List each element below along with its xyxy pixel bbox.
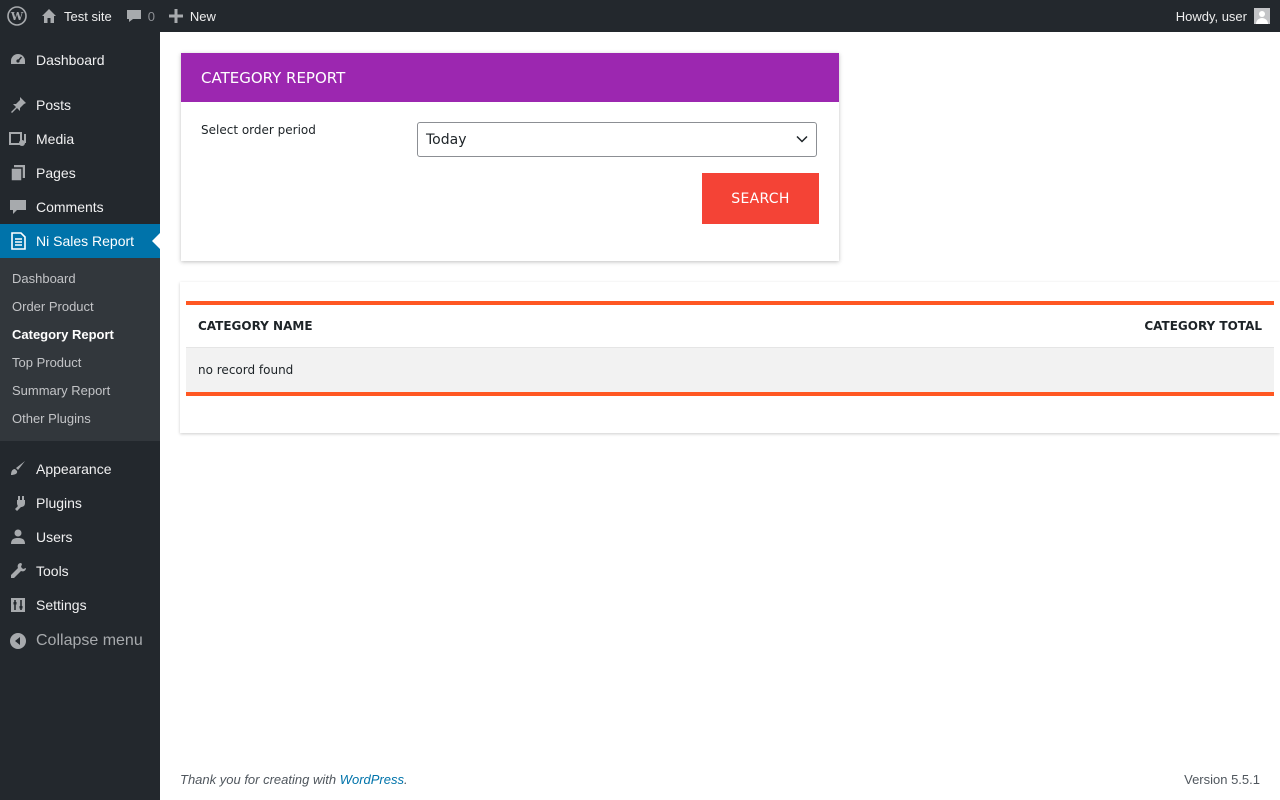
submenu-top-product[interactable]: Top Product xyxy=(0,349,160,377)
footer-version: Version 5.5.1 xyxy=(1184,772,1260,787)
menu-tools-label: Tools xyxy=(36,563,69,579)
menu-tools[interactable]: Tools xyxy=(0,554,160,588)
menu-dashboard-label: Dashboard xyxy=(36,52,105,68)
menu-ni-sales-report[interactable]: Ni Sales Report xyxy=(0,224,160,258)
search-button[interactable]: SEARCH xyxy=(702,173,819,224)
table-row: no record found xyxy=(186,348,1274,392)
menu-appearance-label: Appearance xyxy=(36,461,112,477)
menu-pages-label: Pages xyxy=(36,165,76,181)
settings-icon xyxy=(9,596,27,614)
comment-icon xyxy=(9,198,27,216)
menu-comments[interactable]: Comments xyxy=(0,190,160,224)
submenu-category-report[interactable]: Category Report xyxy=(0,321,160,349)
plugin-icon xyxy=(9,494,27,512)
menu-media-label: Media xyxy=(36,131,75,147)
wordpress-link[interactable]: WordPress xyxy=(340,772,404,787)
wordpress-logo-icon[interactable]: W xyxy=(0,0,34,32)
menu-ni-sales-report-label: Ni Sales Report xyxy=(36,233,135,249)
footer-thanks: Thank you for creating with WordPress. xyxy=(180,772,408,787)
order-period-value: Today xyxy=(426,131,467,148)
panel-title: CATEGORY REPORT xyxy=(181,53,839,102)
menu-settings[interactable]: Settings xyxy=(0,588,160,622)
collapse-icon xyxy=(9,632,27,650)
order-period-select[interactable]: Today xyxy=(417,122,817,157)
report-table-panel: CATEGORY NAME CATEGORY TOTAL no record f… xyxy=(180,282,1280,433)
col-category-total: CATEGORY TOTAL xyxy=(1144,319,1262,333)
new-label: New xyxy=(189,8,216,24)
menu-media[interactable]: Media xyxy=(0,122,160,156)
comment-icon xyxy=(126,10,141,22)
svg-text:W: W xyxy=(10,10,24,23)
comments-link[interactable]: 0 xyxy=(119,0,162,32)
collapse-menu-button[interactable]: Collapse menu xyxy=(0,624,160,658)
col-category-name: CATEGORY NAME xyxy=(198,319,313,333)
chevron-down-icon xyxy=(796,135,808,143)
admin-sidebar: Dashboard Posts Media Pages Comments Ni … xyxy=(0,32,160,800)
menu-posts[interactable]: Posts xyxy=(0,88,160,122)
table-header: CATEGORY NAME CATEGORY TOTAL xyxy=(186,305,1274,348)
empty-message: no record found xyxy=(198,363,294,377)
admin-bar: W Test site 0 New Howdy, user xyxy=(0,0,1280,32)
dashboard-icon xyxy=(9,51,27,69)
menu-plugins-label: Plugins xyxy=(36,495,82,511)
submenu-order-product[interactable]: Order Product xyxy=(0,293,160,321)
media-icon xyxy=(9,130,27,148)
menu-plugins[interactable]: Plugins xyxy=(0,486,160,520)
menu-settings-label: Settings xyxy=(36,597,87,613)
account-menu[interactable]: Howdy, user xyxy=(1169,0,1280,32)
report-table: CATEGORY NAME CATEGORY TOTAL no record f… xyxy=(186,301,1274,396)
menu-users[interactable]: Users xyxy=(0,520,160,554)
pages-icon xyxy=(9,164,27,182)
category-report-panel: CATEGORY REPORT Select order period Toda… xyxy=(181,53,839,261)
site-name-link[interactable]: Test site xyxy=(34,0,119,32)
howdy-text: Howdy, user xyxy=(1175,8,1247,24)
period-label: Select order period xyxy=(201,123,316,137)
table-bottom-rule xyxy=(186,392,1274,396)
comments-count: 0 xyxy=(147,8,155,24)
pin-icon xyxy=(9,96,27,114)
site-name: Test site xyxy=(64,8,112,24)
menu-dashboard[interactable]: Dashboard xyxy=(0,43,160,77)
brush-icon xyxy=(9,460,27,478)
submenu-summary-report[interactable]: Summary Report xyxy=(0,377,160,405)
submenu-other-plugins[interactable]: Other Plugins xyxy=(0,405,160,433)
footer-thanks-text: Thank you for creating with xyxy=(180,772,340,787)
menu-comments-label: Comments xyxy=(36,199,104,215)
avatar xyxy=(1254,8,1270,24)
wrench-icon xyxy=(9,562,27,580)
ni-sales-report-submenu: Dashboard Order Product Category Report … xyxy=(0,258,160,441)
menu-users-label: Users xyxy=(36,529,73,545)
footer-period: . xyxy=(404,772,408,787)
user-icon xyxy=(9,528,27,546)
home-icon xyxy=(42,9,56,23)
new-content-link[interactable]: New xyxy=(162,0,223,32)
plus-icon xyxy=(168,9,183,23)
menu-appearance[interactable]: Appearance xyxy=(0,452,160,486)
report-icon xyxy=(9,232,27,250)
menu-posts-label: Posts xyxy=(36,97,72,113)
collapse-menu-label: Collapse menu xyxy=(36,632,143,649)
menu-pages[interactable]: Pages xyxy=(0,156,160,190)
submenu-dashboard[interactable]: Dashboard xyxy=(0,265,160,293)
